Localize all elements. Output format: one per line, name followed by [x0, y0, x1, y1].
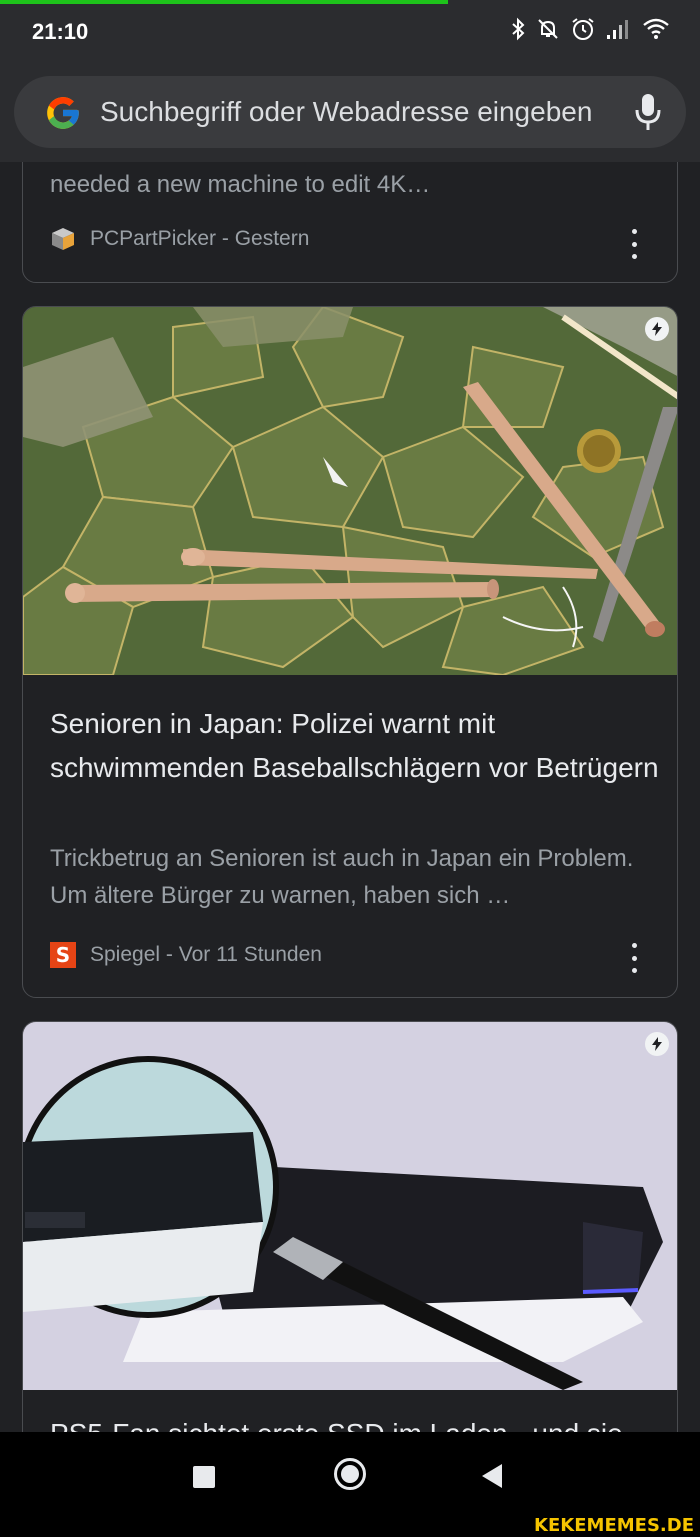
article-card[interactable]: needed a new machine to edit 4K… PCPartP… [22, 162, 678, 283]
pcpartpicker-icon [52, 228, 74, 250]
article-source-label: PCPartPicker - Gestern [90, 227, 310, 250]
more-options-icon[interactable] [629, 229, 639, 259]
pool-baseball-bats-image [23, 307, 677, 675]
article-image [23, 307, 677, 675]
signal-icon [607, 20, 628, 39]
recents-icon[interactable] [193, 1466, 215, 1488]
search-input[interactable]: Suchbegriff oder Webadresse eingeben [100, 96, 620, 128]
omnibox[interactable]: Suchbegriff oder Webadresse eingeben [14, 76, 686, 148]
bluetooth-icon [512, 17, 525, 41]
more-options-icon[interactable] [629, 943, 639, 973]
discover-feed: needed a new machine to edit 4K… PCPartP… [0, 162, 700, 1432]
amp-lightning-icon [645, 317, 669, 341]
status-bar: 21:10 [0, 0, 700, 62]
article-source: S Spiegel - Vor 11 Stunden [50, 942, 322, 968]
ps5-magnifier-image [23, 1022, 677, 1390]
mic-icon[interactable] [632, 92, 664, 132]
article-snippet: Trickbetrug an Senioren ist auch in Japa… [50, 845, 634, 909]
home-icon[interactable] [334, 1458, 366, 1490]
article-card[interactable]: Senioren in Japan: Polizei warnt mit sch… [22, 306, 678, 998]
status-icons [510, 16, 670, 42]
article-snippet: needed a new machine to edit 4K… [50, 171, 431, 198]
notifications-off-icon [538, 19, 558, 39]
amp-lightning-icon [645, 1032, 669, 1056]
alarm-icon [572, 18, 594, 40]
toolbar: Suchbegriff oder Webadresse eingeben [0, 62, 700, 162]
system-nav-bar [0, 1432, 700, 1518]
article-source: PCPartPicker - Gestern [50, 226, 309, 252]
google-icon [47, 97, 79, 129]
article-headline[interactable]: PS5-Fan sichtet erste SSD im Laden - und… [50, 1412, 660, 1432]
page-load-progress [0, 0, 448, 4]
spiegel-icon: S [50, 942, 76, 968]
article-card[interactable]: PS5-Fan sichtet erste SSD im Laden - und… [22, 1021, 678, 1432]
wifi-icon [643, 18, 669, 39]
watermark: KEKEMEMES.DE [534, 1515, 694, 1536]
article-image [23, 1022, 677, 1390]
article-headline[interactable]: Senioren in Japan: Polizei warnt mit sch… [50, 702, 660, 790]
clock: 21:10 [32, 19, 89, 44]
back-icon[interactable] [482, 1464, 502, 1488]
article-source-label: Spiegel - Vor 11 Stunden [90, 943, 322, 966]
